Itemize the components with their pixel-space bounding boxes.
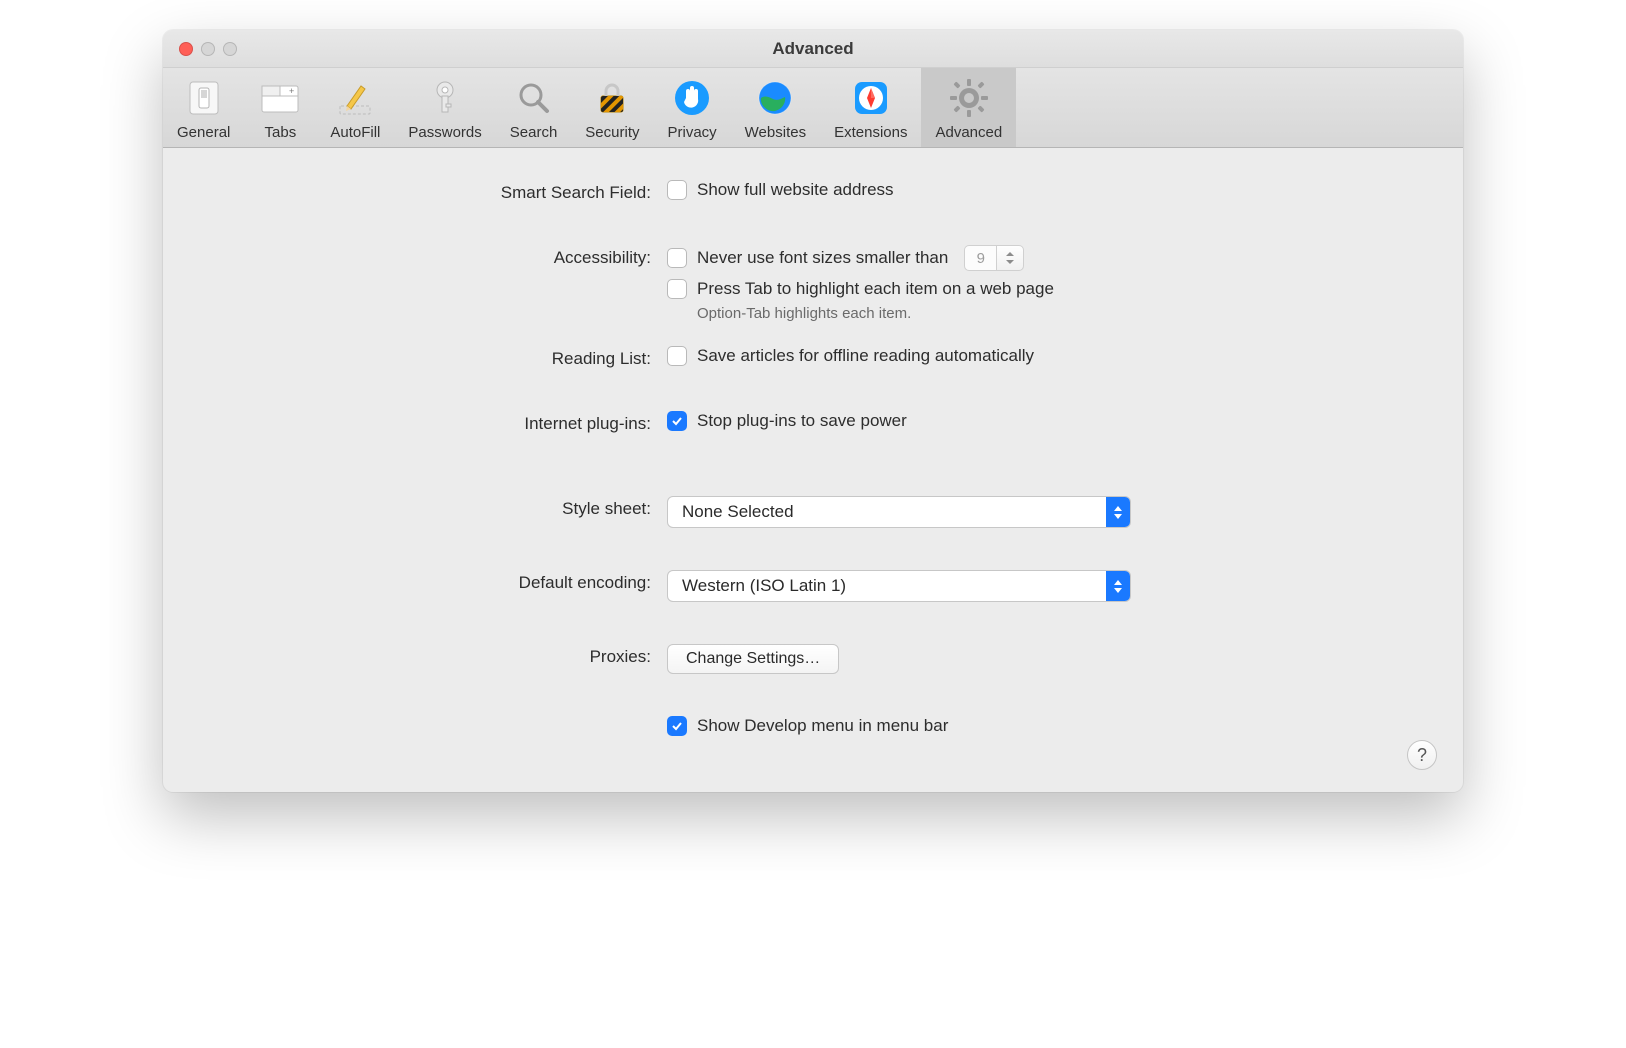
select-stylesheet[interactable]: None Selected [667,496,1131,528]
tab-privacy[interactable]: Privacy [653,68,730,147]
label-stylesheet: Style sheet: [203,496,651,519]
preferences-window: Advanced General + Tabs AutoFill Pas [163,30,1463,792]
label-show-develop-menu: Show Develop menu in menu bar [697,716,948,736]
close-icon[interactable] [179,42,193,56]
tab-label: Tabs [265,124,297,141]
checkbox-show-full-address[interactable] [667,180,687,200]
select-encoding-value: Western (ISO Latin 1) [682,576,846,596]
svg-text:+: + [289,86,294,96]
tab-search[interactable]: Search [496,68,572,147]
label-encoding: Default encoding: [203,570,651,593]
label-smart-search: Smart Search Field: [203,180,651,203]
page-title: Advanced [163,39,1463,59]
preferences-toolbar: General + Tabs AutoFill Passwords Search [163,68,1463,148]
tab-security[interactable]: Security [571,68,653,147]
tab-label: Security [585,124,639,141]
checkbox-press-tab[interactable] [667,279,687,299]
window-controls [179,42,237,56]
titlebar: Advanced [163,30,1463,68]
tab-passwords[interactable]: Passwords [394,68,495,147]
search-icon [512,76,556,120]
change-settings-button[interactable]: Change Settings… [667,644,839,674]
tab-websites[interactable]: Websites [731,68,820,147]
tab-tabs[interactable]: + Tabs [244,68,316,147]
advanced-pane: Smart Search Field: Show full website ad… [163,148,1463,792]
font-size-field[interactable]: 9 [964,245,996,271]
select-stylesheet-value: None Selected [682,502,794,522]
lock-icon [590,76,634,120]
tab-extensions[interactable]: Extensions [820,68,921,147]
checkbox-show-develop-menu[interactable] [667,716,687,736]
checkbox-save-offline[interactable] [667,346,687,366]
select-encoding[interactable]: Western (ISO Latin 1) [667,570,1131,602]
label-plugins: Internet plug-ins: [203,411,651,434]
hint-option-tab: Option-Tab highlights each item. [697,305,1423,322]
switch-icon [182,76,226,120]
tab-label: General [177,124,230,141]
tab-label: Privacy [667,124,716,141]
font-size-stepper[interactable] [996,245,1024,271]
chevron-updown-icon [1106,571,1130,601]
chevron-updown-icon [1106,497,1130,527]
label-stop-plugins: Stop plug-ins to save power [697,411,907,431]
tab-advanced[interactable]: Advanced [921,68,1016,147]
key-icon [423,76,467,120]
zoom-icon[interactable] [223,42,237,56]
compass-icon [849,76,893,120]
globe-icon [753,76,797,120]
minimize-icon[interactable] [201,42,215,56]
tab-autofill[interactable]: AutoFill [316,68,394,147]
label-never-use-font-size: Never use font sizes smaller than [697,248,948,268]
tab-label: Advanced [935,124,1002,141]
label-reading-list: Reading List: [203,346,651,369]
tab-label: AutoFill [330,124,380,141]
label-save-offline: Save articles for offline reading automa… [697,346,1034,366]
help-icon: ? [1417,745,1427,766]
tab-label: Search [510,124,558,141]
checkbox-stop-plugins[interactable] [667,411,687,431]
tab-general[interactable]: General [163,68,244,147]
tab-label: Passwords [408,124,481,141]
pencil-icon [333,76,377,120]
help-button[interactable]: ? [1407,740,1437,770]
label-proxies: Proxies: [203,644,651,667]
label-show-full-address: Show full website address [697,180,894,200]
label-accessibility: Accessibility: [203,245,651,268]
tab-label: Websites [745,124,806,141]
label-press-tab: Press Tab to highlight each item on a we… [697,279,1054,299]
chevron-updown-icon [1005,251,1015,265]
tab-label: Extensions [834,124,907,141]
checkbox-never-use-font-size[interactable] [667,248,687,268]
hand-icon [670,76,714,120]
tabs-icon: + [258,76,302,120]
gear-icon [947,76,991,120]
